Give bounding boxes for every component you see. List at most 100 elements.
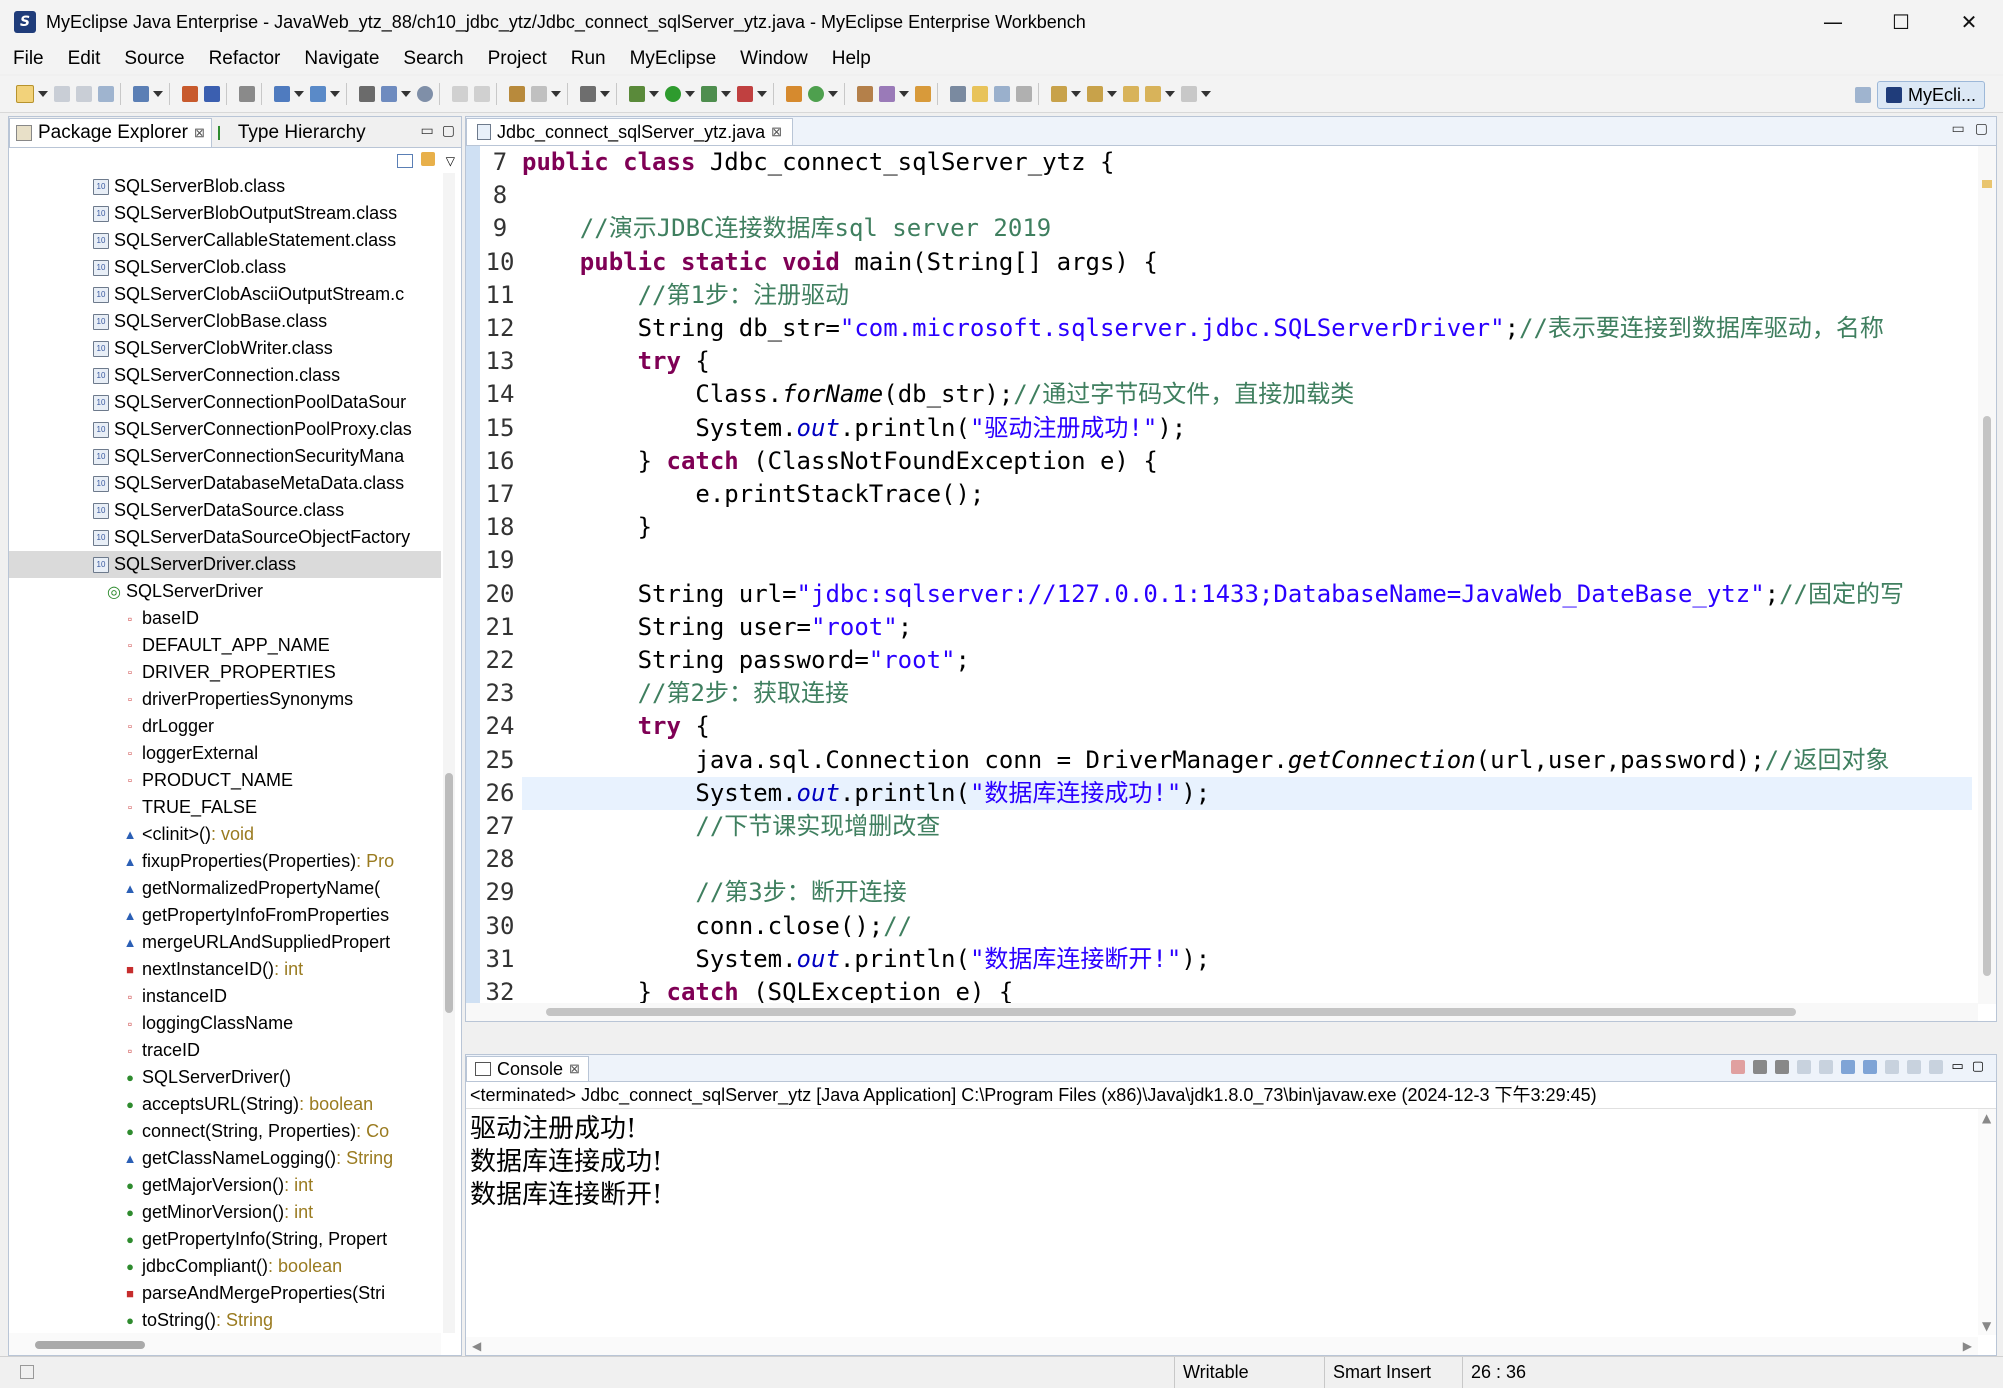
run-last-icon[interactable] [701, 86, 717, 102]
menu-search[interactable]: Search [390, 48, 474, 70]
editor-body[interactable]: 7 8 9 10 11 12 13 14 15 16 17 18 19 20 21 22 23 24 25 26 27 2… [466, 146, 1978, 1021]
tree-item[interactable]: ▫ drLogger [9, 713, 441, 740]
tree-item[interactable]: 10 SQLServerConnectionSecurityMana [9, 443, 441, 470]
tab-console[interactable]: Console ⊠ [466, 1056, 589, 1081]
show-on-stderr-icon[interactable] [1863, 1059, 1878, 1074]
deploy-icon[interactable] [204, 86, 220, 102]
toggle-mark-occurrences-icon[interactable] [950, 86, 966, 102]
tree-item[interactable]: ● SQLServerDriver() [9, 1064, 441, 1091]
tree-item[interactable]: ▲ fixupProperties(Properties) : Pro [9, 848, 441, 875]
open-console-dropdown-icon[interactable] [600, 91, 610, 97]
print-icon[interactable] [98, 86, 114, 102]
tab-type-hierarchy[interactable]: Type Hierarchy [212, 119, 372, 147]
menu-navigate[interactable]: Navigate [291, 48, 390, 70]
code-line[interactable]: String user="root"; [522, 611, 1972, 644]
new-server-icon[interactable] [786, 86, 802, 102]
editor-horizontal-scrollbar[interactable] [466, 1003, 1978, 1021]
last-edit-icon[interactable] [1123, 86, 1139, 102]
forward-icon[interactable] [1181, 86, 1197, 102]
tree-item[interactable]: ▲ getNormalizedPropertyName( [9, 875, 441, 902]
maximize-editor-icon[interactable]: ▢ [1975, 121, 1988, 137]
console-output[interactable]: 驱动注册成功! 数据库连接成功! 数据库连接断开! [466, 1109, 1996, 1212]
tree-item[interactable]: ▫ traceID [9, 1037, 441, 1064]
prev-annotation-icon[interactable] [1087, 86, 1103, 102]
code-line[interactable]: e.printStackTrace(); [522, 478, 1972, 511]
new-class-dropdown-icon[interactable] [401, 91, 411, 97]
minimize-view-icon[interactable]: ▭ [1951, 1059, 1963, 1074]
scroll-left-icon[interactable]: ◀ [472, 1339, 481, 1353]
tree-item[interactable]: ▫ loggerExternal [9, 740, 441, 767]
tree-item[interactable]: ■ nextInstanceID() : int [9, 956, 441, 983]
code-line[interactable]: //第3步：断开连接 [522, 876, 1972, 909]
maximize-view-icon[interactable]: ▢ [442, 123, 455, 139]
tree-item[interactable]: 10 SQLServerClobWriter.class [9, 335, 441, 362]
pin-console-icon[interactable] [1885, 1059, 1900, 1074]
code-line[interactable] [522, 179, 1972, 212]
tree-horizontal-scrollbar[interactable] [9, 1333, 441, 1355]
code-line[interactable]: System.out.println("数据库连接成功!"); [522, 776, 1972, 810]
show-whitespace-icon[interactable] [1016, 86, 1032, 102]
scroll-up-icon[interactable]: ▲ [1982, 1111, 1991, 1125]
tree-item[interactable]: 10 SQLServerClob.class [9, 254, 441, 281]
open-task-icon[interactable] [509, 86, 525, 102]
new-package-icon[interactable] [359, 86, 375, 102]
menu-edit[interactable]: Edit [55, 48, 112, 70]
tree-item[interactable]: ▫ driverPropertiesSynonyms [9, 686, 441, 713]
close-button[interactable]: ✕ [1935, 0, 2003, 44]
tab-package-explorer[interactable]: Package Explorer ⊠ [9, 118, 212, 147]
tree-item[interactable]: 10 SQLServerClobBase.class [9, 308, 441, 335]
scroll-thumb[interactable] [445, 773, 453, 1013]
search-web-icon[interactable] [531, 86, 547, 102]
warning-marker[interactable] [1982, 180, 1992, 188]
tree-item[interactable]: ▲ getPropertyInfoFromProperties [9, 902, 441, 929]
run-icon[interactable] [665, 86, 681, 102]
tree-item[interactable]: ▫ TRUE_FALSE [9, 794, 441, 821]
editor-vertical-scrollbar[interactable] [1978, 146, 1996, 1004]
tree-item[interactable]: ● connect(String, Properties) : Co [9, 1118, 441, 1145]
tree-item[interactable]: 10 SQLServerDatabaseMetaData.class [9, 470, 441, 497]
code-line[interactable]: System.out.println("驱动注册成功!"); [522, 412, 1972, 445]
code-line[interactable]: //演示JDBC连接数据库sql server 2019 [522, 212, 1972, 245]
new-ejb-icon[interactable] [310, 86, 326, 102]
code-line[interactable]: try { [522, 345, 1972, 378]
tree-item[interactable]: 10 SQLServerClobAsciiOutputStream.c [9, 281, 441, 308]
tree-item[interactable]: ● toString() : String [9, 1307, 441, 1333]
open-type-icon[interactable] [133, 86, 149, 102]
close-tab-icon[interactable]: ⊠ [771, 124, 782, 140]
scroll-lock-icon[interactable] [1819, 1059, 1834, 1074]
editor-tab-jdbc-connect[interactable]: Jdbc_connect_sqlServer_ytz.java ⊠ [466, 118, 794, 145]
scroll-down-icon[interactable]: ▼ [1982, 1319, 1991, 1333]
menu-project[interactable]: Project [475, 48, 558, 70]
menu-source[interactable]: Source [111, 48, 195, 70]
code-line[interactable]: } [522, 511, 1972, 544]
minimize-editor-icon[interactable]: ▭ [1952, 121, 1965, 137]
debug-dropdown-icon[interactable] [649, 91, 659, 97]
block-selection-icon[interactable] [994, 86, 1010, 102]
remove-all-terminated-icon[interactable] [1775, 1059, 1790, 1074]
debug-icon[interactable] [629, 86, 645, 102]
tree-item[interactable]: 10 SQLServerCallableStatement.class [9, 227, 441, 254]
next-annotation-dropdown-icon[interactable] [1071, 91, 1081, 97]
tree-item[interactable]: ▲ mergeURLAndSuppliedPropert [9, 929, 441, 956]
prev-annotation-dropdown-icon[interactable] [1107, 91, 1117, 97]
tree-item[interactable]: ▫ DRIVER_PROPERTIES [9, 659, 441, 686]
external-tools-icon[interactable] [737, 86, 753, 102]
maximize-button[interactable]: ☐ [1867, 0, 1935, 44]
tree-item[interactable]: ● getMajorVersion() : int [9, 1172, 441, 1199]
tree-item[interactable]: ● acceptsURL(String) : boolean [9, 1091, 441, 1118]
code-line[interactable]: System.out.println("数据库连接断开!"); [522, 943, 1972, 976]
tree-item[interactable]: ▫ PRODUCT_NAME [9, 767, 441, 794]
tree-item[interactable]: ▲ <clinit>() : void [9, 821, 441, 848]
code-line[interactable]: String password="root"; [522, 644, 1972, 677]
tree-item[interactable]: ▫ DEFAULT_APP_NAME [9, 632, 441, 659]
tree-item[interactable]: ▫ baseID [9, 605, 441, 632]
open-folder-icon[interactable] [915, 86, 931, 102]
open-console-icon[interactable] [580, 86, 596, 102]
back-icon[interactable] [1145, 86, 1161, 102]
code-line[interactable]: try { [522, 710, 1972, 743]
close-tab-icon[interactable]: ⊠ [194, 125, 205, 141]
tree-item[interactable]: ● getMinorVersion() : int [9, 1199, 441, 1226]
code-line[interactable]: public static void main(String[] args) { [522, 246, 1972, 279]
close-tab-icon[interactable]: ⊠ [569, 1061, 580, 1077]
new-ejb-dropdown-icon[interactable] [330, 91, 340, 97]
